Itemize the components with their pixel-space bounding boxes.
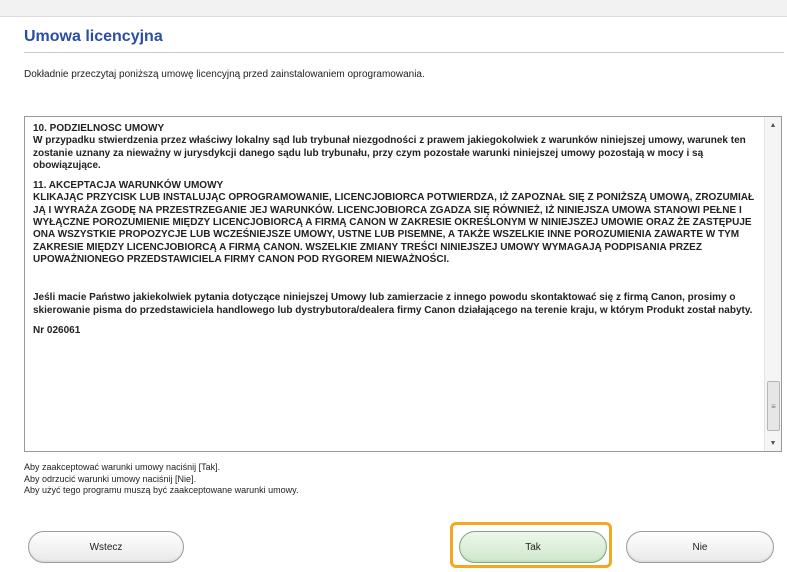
license-scrollbar[interactable]: ▲ ≡ ▼ xyxy=(764,117,781,451)
section-10-body: W przypadku stwierdzenia przez właściwy … xyxy=(33,135,746,171)
hint-reject: Aby odrzucić warunki umowy naciśnij [Nie… xyxy=(24,473,197,484)
section-10-heading: 10. PODZIELNOŚĆ UMOWY xyxy=(33,123,165,134)
yes-button[interactable]: Tak xyxy=(459,531,607,563)
acceptance-hints: Aby zaakceptować warunki umowy naciśnij … xyxy=(24,462,298,497)
no-button[interactable]: Nie xyxy=(626,531,774,563)
title-divider xyxy=(24,52,784,53)
section-11-heading: 11. AKCEPTACJA WARUNKÓW UMOWY xyxy=(33,180,224,192)
reference-number: Nr 026061 xyxy=(33,324,81,336)
license-content: 10. PODZIELNOŚĆ UMOWY W przypadku stwier… xyxy=(33,123,758,445)
contact-paragraph: Jeśli macie Państwo jakiekolwiek pytania… xyxy=(33,292,753,316)
scroll-thumb[interactable]: ≡ xyxy=(767,381,780,431)
hint-required: Aby użyć tego programu muszą być zaakcep… xyxy=(24,485,299,495)
hint-accept: Aby zaakceptować warunki umowy naciśnij … xyxy=(24,462,221,472)
license-text-area[interactable]: 10. PODZIELNOŚĆ UMOWY W przypadku stwier… xyxy=(24,116,782,452)
scroll-up-arrow-icon[interactable]: ▲ xyxy=(765,117,781,133)
window-top-border xyxy=(0,0,787,17)
back-button[interactable]: Wstecz xyxy=(28,531,184,563)
page-title: Umowa licencyjna xyxy=(24,28,163,45)
scroll-down-arrow-icon[interactable]: ▼ xyxy=(765,435,781,451)
section-11-body: KLIKAJĄC PRZYCISK LUB INSTALUJĄC OPROGRA… xyxy=(33,192,755,265)
instruction-text: Dokładnie przeczytaj poniższą umowę lice… xyxy=(24,69,425,80)
